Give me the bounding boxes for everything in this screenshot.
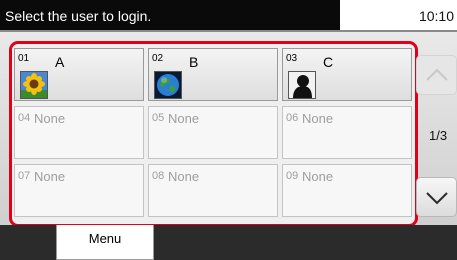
user-name: None bbox=[302, 169, 334, 184]
user-name: None bbox=[168, 169, 200, 184]
user-name: A bbox=[55, 54, 65, 70]
user-name: None bbox=[302, 111, 334, 126]
user-number: 07 bbox=[18, 170, 31, 182]
page-indicator: 1/3 bbox=[429, 128, 448, 143]
user-button-07[interactable]: 07 None bbox=[14, 164, 144, 217]
chevron-up-icon bbox=[426, 68, 448, 81]
sunflower-icon bbox=[20, 71, 48, 99]
menu-label: Menu bbox=[88, 231, 122, 246]
pager: 1/3 bbox=[416, 55, 457, 217]
user-button-04[interactable]: 04 None bbox=[14, 106, 144, 159]
user-name: B bbox=[189, 54, 199, 70]
chevron-down-icon bbox=[426, 192, 448, 205]
menu-button[interactable]: Menu bbox=[56, 225, 154, 260]
user-name: None bbox=[168, 111, 200, 126]
user-number: 01 bbox=[18, 53, 30, 64]
user-button-08[interactable]: 08 None bbox=[148, 164, 278, 217]
user-number: 05 bbox=[152, 112, 165, 124]
clock-area: 10:10 bbox=[340, 0, 457, 30]
user-button-06[interactable]: 06 None bbox=[282, 106, 412, 159]
user-number: 09 bbox=[286, 170, 299, 182]
user-button-02[interactable]: 02 B bbox=[148, 48, 278, 101]
user-number: 06 bbox=[286, 112, 299, 124]
user-number: 02 bbox=[152, 53, 164, 64]
globe-icon bbox=[154, 71, 182, 99]
user-button-03[interactable]: 03 C bbox=[282, 48, 412, 101]
user-grid: 01 A 02 B 03 C 04 None 05 None 06 None 0… bbox=[9, 41, 418, 227]
user-name: None bbox=[34, 111, 66, 126]
user-number: 03 bbox=[286, 53, 298, 64]
user-button-01[interactable]: 01 A bbox=[14, 48, 144, 101]
user-name: C bbox=[323, 54, 334, 70]
user-button-09[interactable]: 09 None bbox=[282, 164, 412, 217]
silhouette-icon bbox=[288, 71, 316, 99]
scroll-down-button[interactable] bbox=[416, 177, 457, 217]
header-title: Select the user to login. bbox=[5, 8, 152, 24]
user-button-05[interactable]: 05 None bbox=[148, 106, 278, 159]
header-bar: Select the user to login. bbox=[0, 0, 340, 30]
user-name: None bbox=[34, 169, 66, 184]
scroll-up-button[interactable] bbox=[416, 55, 457, 95]
clock: 10:10 bbox=[418, 8, 454, 24]
user-number: 08 bbox=[152, 170, 165, 182]
user-number: 04 bbox=[18, 112, 31, 124]
